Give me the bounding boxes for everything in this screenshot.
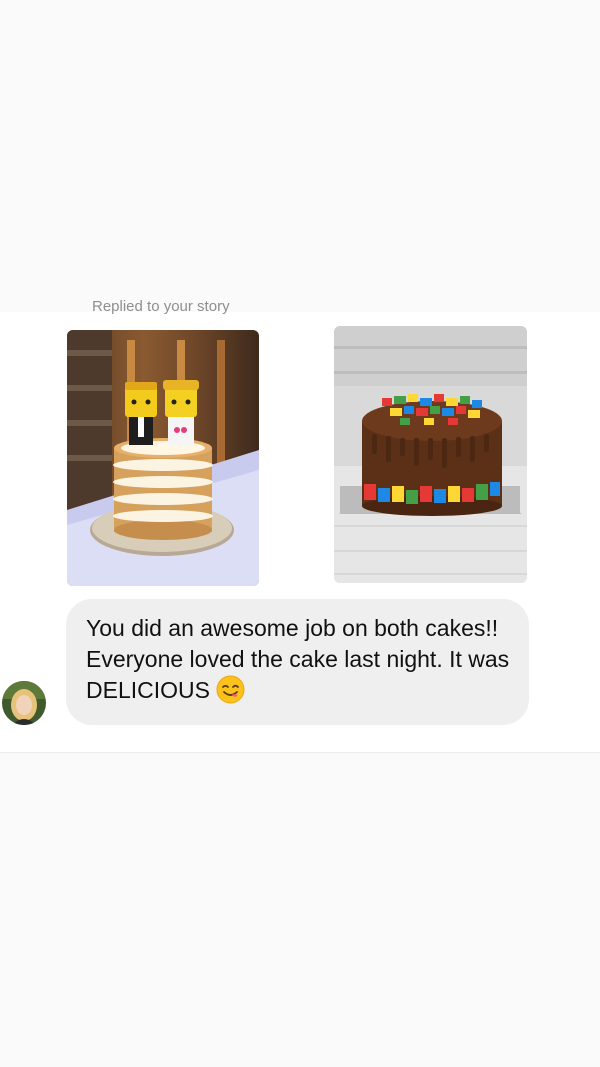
message-bubble[interactable]: You did an awesome job on both cakes!! E… — [66, 599, 529, 725]
story-reply-label: Replied to your story — [92, 298, 230, 315]
message-thread: Replied to your story You did an awesome… — [0, 298, 600, 753]
face-savoring-food-emoji-icon — [216, 675, 245, 704]
sender-avatar[interactable] — [2, 681, 46, 725]
naked-cake-photo — [67, 330, 259, 586]
avatar-photo — [2, 681, 46, 725]
story-image-naked-cake[interactable] — [67, 330, 259, 586]
message-text: You did an awesome job on both cakes!! E… — [86, 615, 510, 703]
lego-cake-photo — [334, 326, 527, 583]
story-image-lego-cake[interactable] — [334, 326, 527, 583]
dm-screen: Replied to your story You did an awesome… — [0, 0, 600, 1067]
